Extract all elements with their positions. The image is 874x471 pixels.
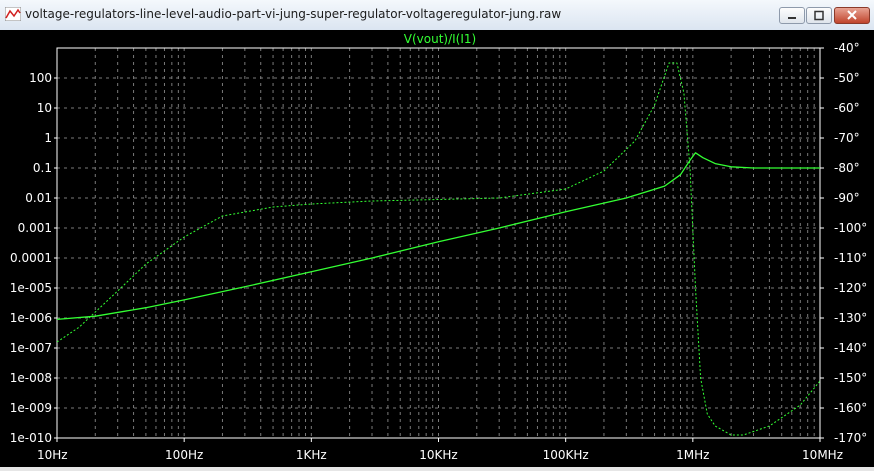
trace-title[interactable]: V(vout)/I(I1) (404, 32, 476, 46)
close-icon (847, 10, 857, 20)
y-tick-label: 1e-007 (10, 341, 52, 355)
window-title: voltage-regulators-line-level-audio-part… (25, 7, 562, 21)
x-tick-label: 10Hz (37, 448, 68, 462)
x-tick-label: 1KHz (296, 448, 327, 462)
x-tick-label: 10KHz (419, 448, 457, 462)
y2-tick-label: -160° (834, 401, 867, 415)
y2-tick-label: -40° (834, 41, 860, 55)
y2-tick-label: -100° (834, 221, 867, 235)
y-tick-label: 0.0001 (10, 251, 52, 265)
y-axis-tick-labels: 100 10 1 0.1 0.01 0.001 0.0001 1e-005 1e-006 1e-0… (10, 71, 57, 445)
y2-tick-label: -130° (834, 311, 867, 325)
minimize-button[interactable] (779, 7, 805, 24)
x-tick-label: 10MHz (802, 448, 843, 462)
y2-tick-label: -60° (834, 101, 860, 115)
y2-tick-label: -170° (834, 431, 867, 445)
y2-tick-label: -50° (834, 71, 860, 85)
y2-tick-label: -70° (834, 131, 860, 145)
y-tick-label: 1e-005 (10, 281, 52, 295)
y2-tick-label: -90° (834, 191, 860, 205)
y-tick-label: 1e-009 (10, 401, 52, 415)
y-tick-label: 0.01 (25, 191, 52, 205)
y2-tick-label: -150° (834, 371, 867, 385)
y2-tick-label: -120° (834, 281, 867, 295)
plot-window: voltage-regulators-line-level-audio-part… (0, 0, 874, 467)
title-bar[interactable]: voltage-regulators-line-level-audio-part… (0, 0, 874, 31)
y-tick-label: 1e-008 (10, 371, 52, 385)
x-tick-label: 100KHz (543, 448, 589, 462)
y2-tick-label: -110° (834, 251, 867, 265)
y-tick-label: 100 (29, 71, 52, 85)
maximize-button[interactable] (806, 7, 832, 24)
y-tick-label: 0.1 (33, 161, 52, 175)
y2-axis-tick-labels: -40° -50° -60° -70° -80° -90° -100° -110° -120° -… (820, 41, 867, 445)
minimize-icon (788, 17, 796, 19)
close-button[interactable] (834, 7, 870, 24)
x-tick-label: 1MHz (676, 448, 709, 462)
y-tick-label: 1e-010 (10, 431, 52, 445)
y2-tick-label: -80° (834, 161, 860, 175)
plot-pane[interactable]: 100 10 1 0.1 0.01 0.001 0.0001 1e-005 1e-006 1e-0… (0, 30, 874, 467)
y-tick-label: 1 (44, 131, 52, 145)
plot-grid (56, 48, 821, 439)
y-tick-label: 10 (37, 101, 52, 115)
x-tick-label: 100Hz (165, 448, 203, 462)
bode-plot[interactable]: 100 10 1 0.1 0.01 0.001 0.0001 1e-005 1e-006 1e-0… (0, 30, 874, 467)
y-tick-label: 0.001 (18, 221, 52, 235)
y-tick-label: 1e-006 (10, 311, 52, 325)
waveform-icon (5, 7, 21, 21)
x-axis-tick-labels: 10Hz 100Hz 1KHz 10KHz 100KHz 1MHz 10MHz (37, 438, 843, 462)
maximize-icon (814, 10, 824, 21)
y2-tick-label: -140° (834, 341, 867, 355)
